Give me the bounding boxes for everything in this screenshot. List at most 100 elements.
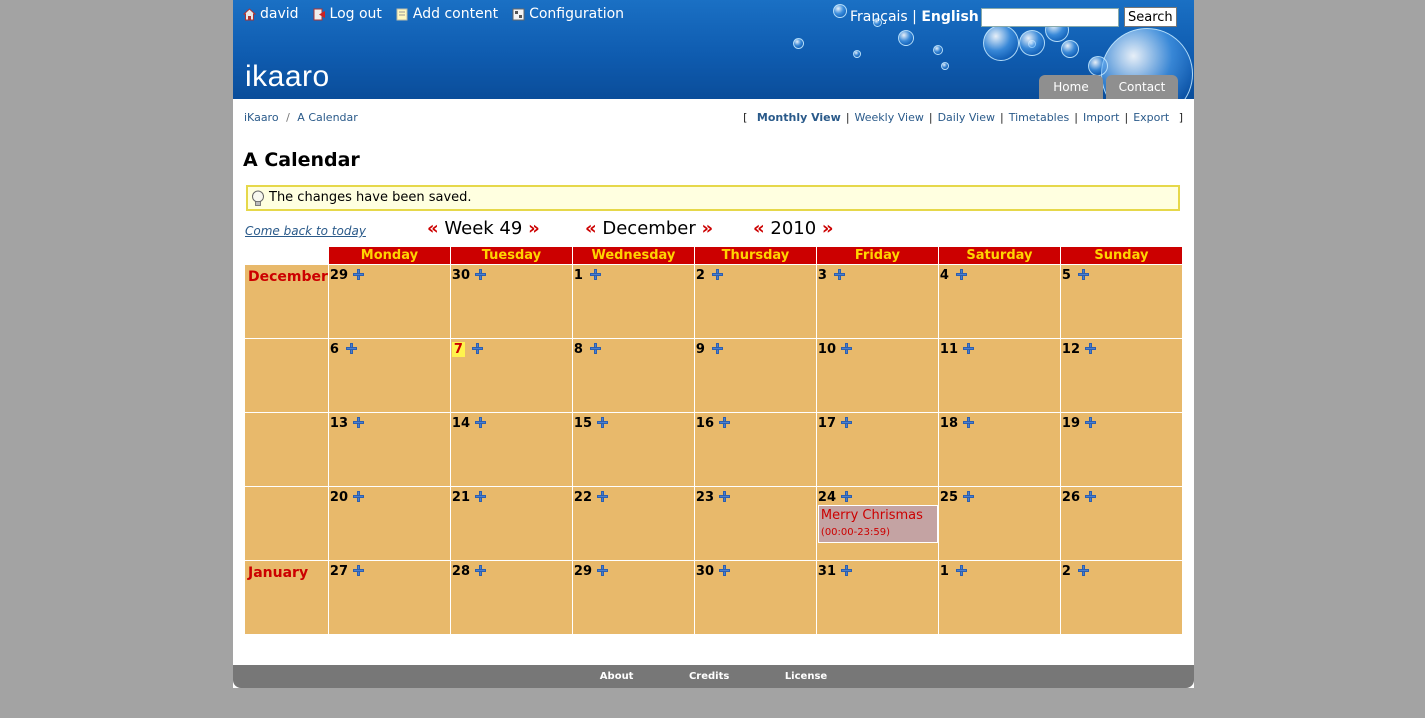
day-number[interactable]: 6 bbox=[330, 342, 339, 357]
day-number[interactable]: 21 bbox=[452, 490, 470, 505]
add-event-icon[interactable] bbox=[718, 417, 730, 428]
prev-month-arrow[interactable]: « bbox=[585, 218, 597, 239]
add-event-icon[interactable] bbox=[1084, 417, 1096, 428]
footer-license-link[interactable]: License bbox=[785, 671, 827, 682]
view-monthly[interactable]: Monthly View bbox=[757, 111, 841, 124]
day-number[interactable]: 29 bbox=[330, 268, 348, 283]
day-number[interactable]: 1 bbox=[574, 268, 583, 283]
day-cell[interactable]: 22 bbox=[571, 486, 695, 561]
day-cell[interactable]: 29 bbox=[327, 264, 451, 339]
add-event-icon[interactable] bbox=[955, 565, 967, 576]
add-event-icon[interactable] bbox=[589, 269, 601, 280]
day-cell[interactable]: 15 bbox=[571, 412, 695, 487]
day-number[interactable]: 2 bbox=[696, 268, 705, 283]
add-event-icon[interactable] bbox=[1084, 343, 1096, 354]
day-number[interactable]: 19 bbox=[1062, 416, 1080, 431]
calendar-event[interactable]: Merry Chrismas (00:00-23:59) bbox=[817, 505, 938, 543]
day-cell[interactable]: 28 bbox=[449, 560, 573, 635]
configuration-link[interactable]: Configuration bbox=[512, 6, 624, 22]
add-event-icon[interactable] bbox=[471, 343, 483, 354]
add-event-icon[interactable] bbox=[474, 269, 486, 280]
day-number[interactable]: 12 bbox=[1062, 342, 1080, 357]
day-cell[interactable]: 17 bbox=[815, 412, 939, 487]
back-to-today-link[interactable]: Come back to today bbox=[245, 224, 366, 238]
day-cell[interactable]: 30 bbox=[449, 264, 573, 339]
event-title[interactable]: Merry Chrismas bbox=[821, 508, 923, 523]
day-cell[interactable]: 24 Merry Chrismas (00:00-23:59) bbox=[815, 486, 939, 561]
day-cell[interactable]: 19 bbox=[1059, 412, 1183, 487]
add-event-icon[interactable] bbox=[345, 343, 357, 354]
view-timetables[interactable]: Timetables bbox=[1009, 111, 1070, 124]
prev-week-arrow[interactable]: « bbox=[427, 218, 439, 239]
day-cell[interactable]: 10 bbox=[815, 338, 939, 413]
footer-credits-link[interactable]: Credits bbox=[689, 671, 729, 682]
day-number[interactable]: 13 bbox=[330, 416, 348, 431]
day-cell[interactable]: 6 bbox=[327, 338, 451, 413]
user-link[interactable]: david bbox=[243, 6, 299, 22]
day-number[interactable]: 30 bbox=[696, 564, 714, 579]
day-number[interactable]: 2 bbox=[1062, 564, 1071, 579]
logo[interactable]: ikaaro bbox=[245, 60, 330, 94]
add-event-icon[interactable] bbox=[1084, 491, 1096, 502]
add-event-icon[interactable] bbox=[352, 269, 364, 280]
add-event-icon[interactable] bbox=[474, 491, 486, 502]
add-event-icon[interactable] bbox=[962, 343, 974, 354]
view-export[interactable]: Export bbox=[1133, 111, 1169, 124]
view-weekly[interactable]: Weekly View bbox=[855, 111, 924, 124]
day-cell[interactable]: 13 bbox=[327, 412, 451, 487]
day-cell[interactable]: 25 bbox=[937, 486, 1061, 561]
day-cell[interactable]: 29 bbox=[571, 560, 695, 635]
add-content-link[interactable]: Add content bbox=[396, 6, 498, 22]
day-cell[interactable]: 27 bbox=[327, 560, 451, 635]
day-cell[interactable]: 21 bbox=[449, 486, 573, 561]
add-event-icon[interactable] bbox=[962, 417, 974, 428]
day-number[interactable]: 17 bbox=[818, 416, 836, 431]
search-input[interactable] bbox=[981, 8, 1119, 27]
prev-year-arrow[interactable]: « bbox=[753, 218, 765, 239]
day-cell[interactable]: 11 bbox=[937, 338, 1061, 413]
add-event-icon[interactable] bbox=[840, 491, 852, 502]
view-import[interactable]: Import bbox=[1083, 111, 1120, 124]
add-event-icon[interactable] bbox=[596, 417, 608, 428]
add-event-icon[interactable] bbox=[1077, 565, 1089, 576]
add-event-icon[interactable] bbox=[474, 417, 486, 428]
day-number[interactable]: 26 bbox=[1062, 490, 1080, 505]
day-number[interactable]: 3 bbox=[818, 268, 827, 283]
day-number[interactable]: 27 bbox=[330, 564, 348, 579]
day-cell[interactable]: 1 bbox=[937, 560, 1061, 635]
add-event-icon[interactable] bbox=[352, 417, 364, 428]
add-event-icon[interactable] bbox=[352, 491, 364, 502]
day-number[interactable]: 5 bbox=[1062, 268, 1071, 283]
add-event-icon[interactable] bbox=[596, 491, 608, 502]
day-cell[interactable]: 16 bbox=[693, 412, 817, 487]
day-number[interactable]: 25 bbox=[940, 490, 958, 505]
day-number[interactable]: 22 bbox=[574, 490, 592, 505]
breadcrumb-item-ikaaro[interactable]: iKaaro bbox=[244, 111, 279, 124]
day-number-today[interactable]: 7 bbox=[451, 342, 465, 357]
day-number[interactable]: 23 bbox=[696, 490, 714, 505]
add-event-icon[interactable] bbox=[833, 269, 845, 280]
day-number[interactable]: 31 bbox=[818, 564, 836, 579]
day-number[interactable]: 29 bbox=[574, 564, 592, 579]
day-number[interactable]: 24 bbox=[818, 490, 836, 505]
day-number[interactable]: 14 bbox=[452, 416, 470, 431]
day-number[interactable]: 28 bbox=[452, 564, 470, 579]
day-cell[interactable]: 2 bbox=[1059, 560, 1183, 635]
add-event-icon[interactable] bbox=[718, 491, 730, 502]
add-event-icon[interactable] bbox=[840, 565, 852, 576]
tab-contact[interactable]: Contact bbox=[1106, 75, 1178, 99]
day-cell[interactable]: 7 bbox=[449, 338, 573, 413]
add-event-icon[interactable] bbox=[718, 565, 730, 576]
day-cell[interactable]: 30 bbox=[693, 560, 817, 635]
search-button[interactable]: Search bbox=[1124, 7, 1177, 27]
day-cell[interactable]: 5 bbox=[1059, 264, 1183, 339]
next-week-arrow[interactable]: » bbox=[528, 218, 540, 239]
day-cell[interactable]: 20 bbox=[327, 486, 451, 561]
day-number[interactable]: 8 bbox=[574, 342, 583, 357]
add-event-icon[interactable] bbox=[352, 565, 364, 576]
day-cell[interactable]: 31 bbox=[815, 560, 939, 635]
day-cell[interactable]: 26 bbox=[1059, 486, 1183, 561]
day-number[interactable]: 30 bbox=[452, 268, 470, 283]
day-number[interactable]: 20 bbox=[330, 490, 348, 505]
add-event-icon[interactable] bbox=[1077, 269, 1089, 280]
